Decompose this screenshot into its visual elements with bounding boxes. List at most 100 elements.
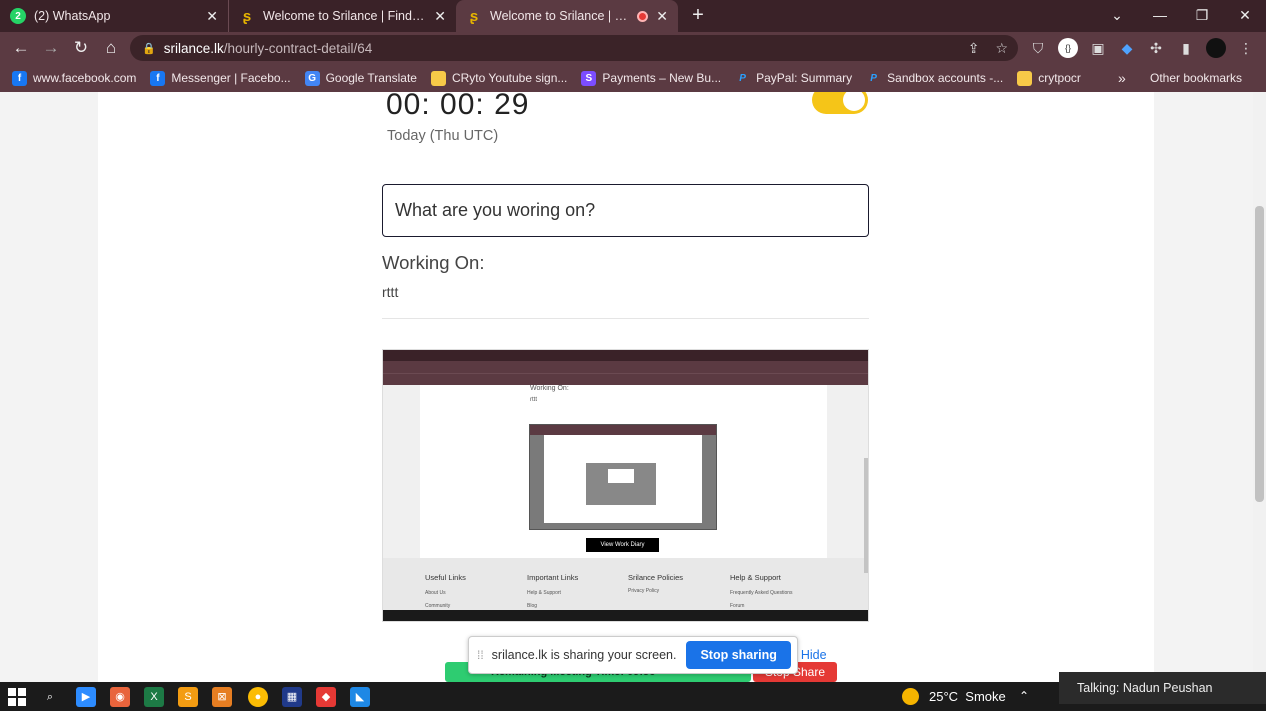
thumb-footer-link: Privacy Policy [628,588,660,594]
tab-srilance-2[interactable]: ʂ Welcome to Srilance | Find D ✕ [456,0,678,32]
tab-strip: 2 (2) WhatsApp ✕ ʂ Welcome to Srilance |… [0,0,1266,32]
bookmark-paypal-summary[interactable]: P PayPal: Summary [735,71,852,86]
chrome-icon[interactable]: ● [248,687,268,707]
excel-icon[interactable]: X [144,687,164,707]
messenger-icon: f [150,70,166,86]
close-icon[interactable]: ✕ [426,8,446,25]
thumb-footer-heading: Important Links [527,573,579,582]
today-label: Today (Thu UTC) [387,128,499,144]
bookmark-google-translate[interactable]: G Google Translate [304,70,417,86]
page-content: 00: 00: 29 Today (Thu UTC) Working On: r… [0,92,1266,682]
thumb-nested-box [586,463,656,505]
side-panel-icon[interactable]: ▮ [1176,38,1196,58]
bookmark-label: PayPal: Summary [756,71,853,85]
home-icon[interactable]: ⌂ [96,38,126,58]
hide-button[interactable]: Hide [801,648,827,662]
paypal-icon: P [870,72,877,84]
thumb-working-value: rttt [530,397,537,403]
menu-kebab-icon[interactable]: ⋮ [1236,38,1256,58]
page-scrollbar[interactable] [1253,92,1266,682]
recorder-icon[interactable]: ◆ [316,687,336,707]
thumb-footer-heading: Srilance Policies [628,573,684,582]
address-bar[interactable]: 🔒 srilance.lk/hourly-contract-detail/64 … [130,35,1018,61]
bookmark-crytpocr[interactable]: crytpocr [1017,70,1081,86]
toggle-knob [843,92,865,111]
json-extension-icon[interactable]: {} [1058,38,1078,58]
thumb-footer: Useful Links Important Links Srilance Po… [383,558,868,610]
extensions-puzzle-icon[interactable]: ✣ [1146,38,1166,58]
working-on-label: Working On: [382,252,485,273]
weather-widget[interactable]: 25°C Smoke [902,682,1006,711]
profile-avatar-icon[interactable] [1206,38,1226,58]
minimize-icon[interactable]: — [1140,0,1180,32]
forward-icon[interactable]: → [36,38,66,58]
bookmark-label: Google Translate [325,71,417,85]
screenshot-thumbnail[interactable]: Working On: rttt View Work Diary Useful … [382,349,869,622]
whatsapp-icon: 2 [10,8,26,24]
share-message: srilance.lk is sharing your screen. [491,648,677,662]
work-timer: 00: 00: 29 [386,92,530,121]
thumb-footer-link: About Us [425,590,446,596]
thumb-footer-link: Frequently Asked Questions [730,590,793,596]
close-icon[interactable]: ✕ [198,8,218,25]
thumb-footer-link: Forum [730,603,745,609]
xampp-icon[interactable]: ⊠ [212,687,232,707]
window-close-icon[interactable]: ✕ [1225,0,1265,32]
tab-whatsapp[interactable]: 2 (2) WhatsApp ✕ [0,0,228,32]
app-blue-icon[interactable]: ◣ [350,687,370,707]
tracking-toggle[interactable] [812,92,868,114]
bookmark-label: Sandbox accounts -... [887,71,1004,85]
tab-search-icon[interactable]: ⌄ [1097,0,1137,32]
stop-sharing-button[interactable]: Stop sharing [686,641,791,669]
bookmark-star-icon[interactable]: ☆ [995,40,1008,57]
share-icon[interactable]: ⇪ [968,40,980,57]
zoom-icon[interactable]: ▶ [76,687,96,707]
blue-extension-icon[interactable]: ◆ [1117,38,1137,58]
recording-icon [637,10,649,22]
task-input[interactable] [382,184,869,237]
close-icon[interactable]: ✕ [648,8,668,25]
scrollbar-thumb[interactable] [1255,206,1264,502]
windows-start-icon[interactable] [8,688,26,706]
bookmark-sandbox[interactable]: P Sandbox accounts -... [866,71,1003,86]
stripe-icon: S [581,70,597,86]
bookmark-facebook[interactable]: f www.facebook.com [12,70,137,86]
thumb-scrollbar [864,458,868,573]
bookmark-label: Payments – New Bu... [602,71,722,85]
bookmarks-overflow-icon[interactable]: » [1118,64,1126,92]
srilance-icon: ʂ [242,7,252,25]
srilance-icon: ʂ [469,7,479,25]
new-tab-icon[interactable]: + [678,0,718,32]
facebook-icon: f [12,70,27,86]
back-icon[interactable]: ← [6,38,36,58]
sublime-icon[interactable]: S [178,687,198,707]
lock-icon: 🔒 [142,42,156,55]
folder-icon [1017,70,1033,86]
reload-icon[interactable]: ↻ [66,38,96,58]
thumb-taskbar [383,610,868,621]
bookmark-label: Messenger | Facebo... [171,71,291,85]
restore-icon[interactable]: ❐ [1182,0,1222,32]
thumb-working-label: Working On: [530,385,569,392]
shield-extension-icon[interactable]: ⛉ [1028,38,1048,58]
screen-share-banner: ⁞⁞ srilance.lk is sharing your screen. S… [468,636,827,674]
tray-chevron-icon[interactable]: ⌃ [1019,682,1029,711]
bookmark-label: www.facebook.com [33,71,137,85]
screen-extension-icon[interactable]: ▣ [1088,38,1108,58]
bookmark-other[interactable]: Other bookmarks [1150,64,1242,92]
bookmark-payments[interactable]: S Payments – New Bu... [581,70,722,86]
search-icon[interactable]: ⌕ [40,687,60,707]
thumb-toolbar [383,361,868,373]
calendar-app-icon[interactable]: ▦ [282,687,302,707]
tab-srilance-1[interactable]: ʂ Welcome to Srilance | Find Dream ✕ [228,0,456,32]
thumb-nested-box-inner [608,469,634,483]
divider [382,318,869,319]
bookmark-messenger[interactable]: f Messenger | Facebo... [150,70,291,86]
paypal-icon: P [739,72,746,84]
app-orange-icon[interactable]: ◉ [110,687,130,707]
thumb-footer-link: Community [425,603,451,609]
bookmark-label: CRyto Youtube sign... [451,71,568,85]
thumb-footer-heading: Help & Support [730,573,781,582]
drag-handle-icon[interactable]: ⁞⁞ [477,648,484,662]
bookmark-cryto[interactable]: CRyto Youtube sign... [430,70,568,86]
